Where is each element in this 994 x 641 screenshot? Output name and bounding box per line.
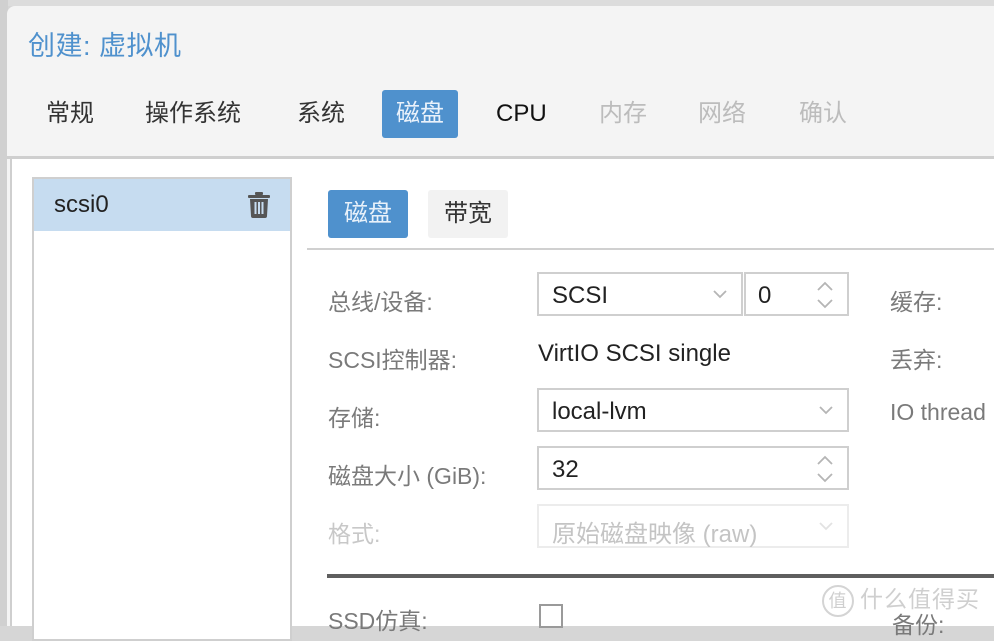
cache-label: 缓存: xyxy=(890,289,943,315)
bus-device-label: 总线/设备: xyxy=(328,289,433,315)
device-value: 0 xyxy=(758,282,772,309)
scsi-controller-label: SCSI控制器: xyxy=(328,347,458,373)
tab-confirm: 确认 xyxy=(799,100,847,127)
create-vm-dialog: 创建: 虚拟机 常规 操作系统 系统 磁盘 CPU 内存 网络 确认 scsi0 xyxy=(7,6,994,641)
subtab-bandwidth[interactable]: 带宽 xyxy=(428,190,508,238)
disk-list-item[interactable]: scsi0 xyxy=(34,179,290,231)
disk-list: scsi0 xyxy=(32,177,292,641)
io-thread-label: IO thread xyxy=(890,399,986,425)
chevron-down-icon xyxy=(819,522,833,531)
storage-value: local-lvm xyxy=(552,398,647,425)
tab-system[interactable]: 系统 xyxy=(283,90,359,138)
tab-os[interactable]: 操作系统 xyxy=(131,90,255,138)
subtab-disk[interactable]: 磁盘 xyxy=(328,190,408,238)
watermark-logo-icon: 值 xyxy=(822,584,854,617)
spinner-arrows-icon[interactable] xyxy=(815,280,835,310)
bus-select[interactable]: SCSI xyxy=(537,272,743,316)
ssd-emulation-label: SSD仿真: xyxy=(328,608,428,634)
discard-label: 丢弃: xyxy=(890,347,943,373)
watermark: 值什么值得买 xyxy=(822,580,980,617)
disk-item-label: scsi0 xyxy=(54,191,109,218)
bus-value: SCSI xyxy=(552,282,609,309)
storage-select[interactable]: local-lvm xyxy=(537,388,849,432)
tab-memory: 内存 xyxy=(599,100,647,127)
tab-disks[interactable]: 磁盘 xyxy=(382,90,458,138)
spinner-arrows-icon[interactable] xyxy=(815,454,835,484)
tab-network: 网络 xyxy=(698,100,746,127)
format-select: 原始磁盘映像 (raw) xyxy=(537,504,849,548)
watermark-text: 什么值得买 xyxy=(860,586,980,612)
chevron-down-icon xyxy=(713,290,727,299)
scsi-controller-value: VirtIO SCSI single xyxy=(538,340,731,367)
dialog-title: 创建: 虚拟机 xyxy=(28,31,182,61)
format-label: 格式: xyxy=(328,521,381,547)
device-number-spinner[interactable]: 0 xyxy=(744,272,849,316)
trash-icon[interactable] xyxy=(248,192,270,218)
chevron-down-icon xyxy=(819,406,833,415)
disk-size-spinner[interactable]: 32 xyxy=(537,446,849,490)
disk-panel: scsi0 磁盘 带宽 总线/设备: SCSI 0 缓存: SCSI控制器: V… xyxy=(10,159,994,641)
disk-size-label: 磁盘大小 (GiB): xyxy=(328,463,487,489)
section-divider xyxy=(327,574,994,578)
tab-general[interactable]: 常规 xyxy=(32,90,108,138)
tab-cpu[interactable]: CPU xyxy=(482,90,561,138)
disk-size-value: 32 xyxy=(552,456,579,483)
format-value: 原始磁盘映像 (raw) xyxy=(552,521,758,548)
storage-label: 存储: xyxy=(328,405,381,431)
ssd-emulation-checkbox[interactable] xyxy=(539,604,563,628)
subtabs-divider xyxy=(307,248,994,250)
